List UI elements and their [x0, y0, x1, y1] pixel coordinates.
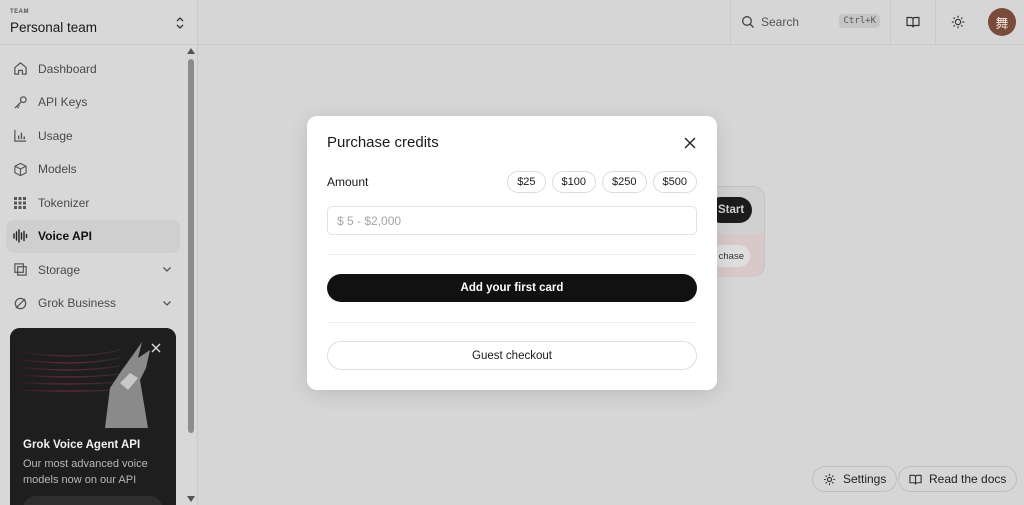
sidebar-item-tokenizer[interactable]: Tokenizer [6, 186, 180, 220]
book-icon [909, 473, 922, 486]
sidebar-item-usage[interactable]: Usage [6, 119, 180, 153]
sidebar-divider [0, 44, 198, 45]
home-icon [12, 61, 28, 77]
sidebar-item-dashboard[interactable]: Dashboard [6, 52, 180, 86]
close-icon[interactable] [150, 342, 162, 354]
add-first-card-button[interactable]: Add your first card [327, 274, 697, 302]
dialog-title: Purchase credits [327, 134, 439, 151]
key-icon [12, 94, 28, 110]
search-shortcut: Ctrl+K [839, 14, 880, 28]
scroll-up-arrow-icon[interactable] [187, 48, 195, 54]
settings-button[interactable]: Settings [812, 466, 898, 492]
cube-icon [12, 161, 28, 177]
search-label: Search [761, 15, 800, 29]
storage-icon [12, 262, 28, 278]
search-button[interactable]: Search Ctrl+K [730, 0, 890, 44]
promo-cta-button[interactable] [23, 496, 163, 505]
sidebar-item-storage[interactable]: Storage [6, 253, 180, 287]
scroll-thumb[interactable] [188, 59, 194, 433]
topbar-divider [198, 44, 1024, 45]
sidebar-scrollbar[interactable] [186, 46, 196, 505]
sidebar-item-grok-business[interactable]: Grok Business [6, 287, 180, 321]
promo-text: Our most advanced voice models now on ou… [23, 458, 148, 486]
read-docs-label: Read the docs [929, 472, 1007, 486]
close-icon[interactable] [683, 136, 697, 150]
theme-toggle-button[interactable] [935, 0, 979, 44]
bar-chart-icon [12, 128, 28, 144]
preset-500-button[interactable]: $500 [652, 171, 697, 193]
chevron-down-icon [163, 267, 171, 272]
sidebar-item-models[interactable]: Models [6, 153, 180, 187]
team-name: Personal team [10, 20, 98, 35]
sidebar-item-label: Dashboard [38, 61, 97, 76]
sidebar-item-label: API Keys [38, 95, 88, 110]
sidebar-item-label: Grok Business [38, 296, 117, 311]
purchase-credits-dialog: Purchase credits Amount $25 $100 $250 $5… [307, 116, 717, 390]
settings-label: Settings [843, 472, 887, 486]
preset-100-button[interactable]: $100 [551, 171, 597, 193]
scroll-down-arrow-icon[interactable] [187, 496, 195, 502]
sidebar-nav: Dashboard API Keys Usage Models Tokenize… [6, 52, 180, 320]
sidebar-item-label: Voice API [38, 229, 93, 244]
promo-title: Grok Voice Agent API [23, 439, 141, 451]
sidebar-item-api-keys[interactable]: API Keys [6, 86, 180, 120]
preset-25-button[interactable]: $25 [507, 171, 546, 193]
amount-input[interactable] [327, 206, 697, 235]
guest-checkout-button[interactable]: Guest checkout [327, 341, 697, 370]
grok-icon [12, 295, 28, 311]
search-icon [742, 16, 754, 28]
amount-presets: $25 $100 $250 $500 [507, 171, 697, 193]
chevron-up-down-icon [176, 17, 184, 29]
waveform-icon [12, 228, 28, 244]
dialog-divider [327, 254, 697, 255]
sidebar-item-voice-api[interactable]: Voice API [6, 219, 180, 253]
avatar[interactable]: 舞 [988, 8, 1016, 36]
chevron-down-icon [163, 300, 171, 306]
amount-label: Amount [327, 175, 369, 189]
team-switcher[interactable]: TEAM Personal team [10, 9, 190, 39]
voice-agent-promo-card[interactable]: Grok Voice Agent API Our most advanced v… [10, 328, 176, 505]
sun-icon [951, 15, 964, 29]
sidebar-item-label: Models [38, 162, 77, 177]
book-icon [905, 16, 920, 28]
sidebar-item-label: Tokenizer [38, 195, 90, 210]
sidebar-item-label: Usage [38, 128, 73, 143]
docs-book-button[interactable] [890, 0, 934, 44]
preset-250-button[interactable]: $250 [602, 171, 647, 193]
sidebar-item-label: Storage [38, 262, 81, 277]
grid-icon [12, 195, 28, 211]
sidebar: TEAM Personal team Dashboard API Keys Us… [0, 0, 198, 505]
read-docs-button[interactable]: Read the docs [898, 466, 1018, 492]
dialog-divider [327, 322, 697, 323]
team-label: TEAM [10, 9, 29, 15]
gear-icon [823, 473, 836, 486]
